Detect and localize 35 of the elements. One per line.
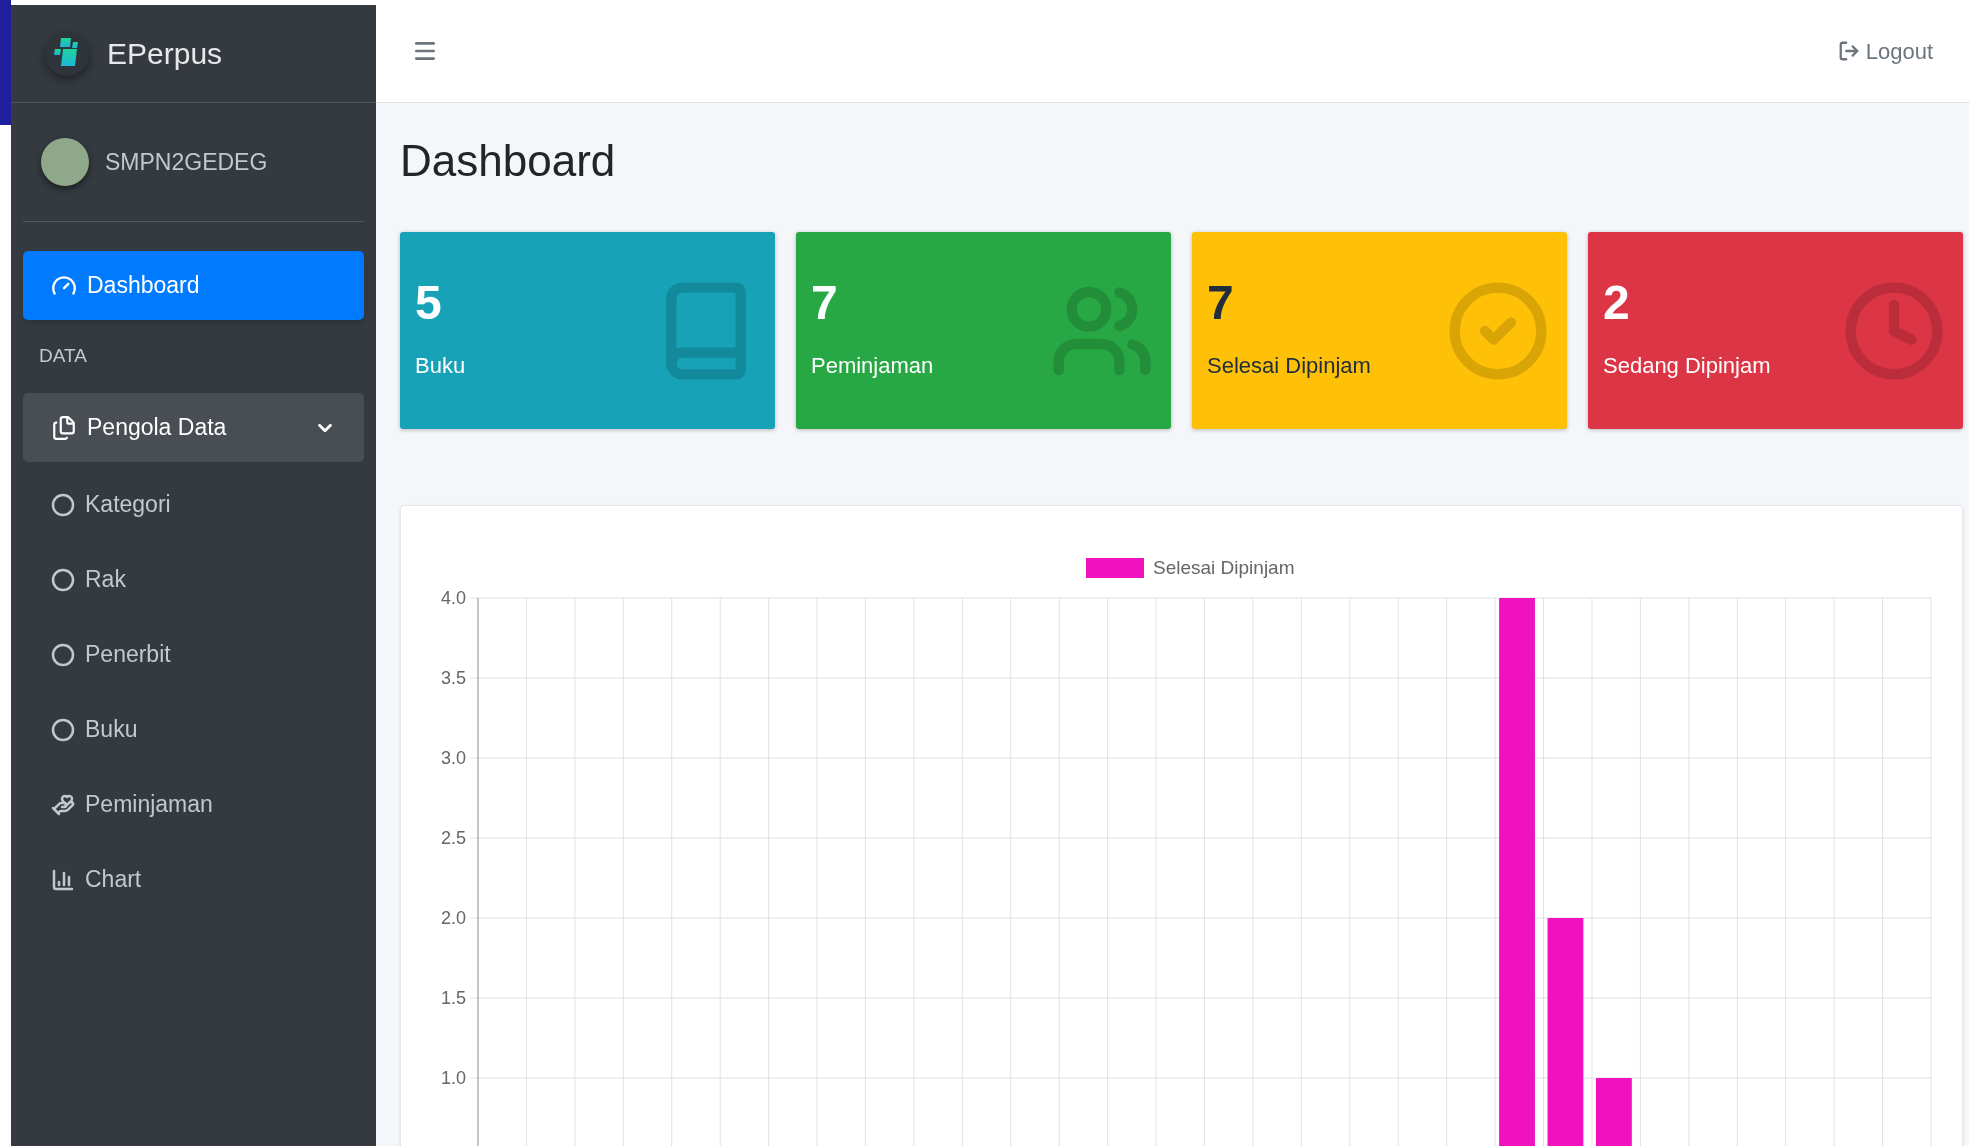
logo-icon: [45, 31, 89, 76]
logout-icon: [1837, 40, 1860, 62]
stat-value: 5: [415, 279, 443, 327]
stat-label: Peminjaman: [811, 352, 934, 380]
logout-button[interactable]: Logout: [1837, 34, 1933, 68]
axis-tick-label: 1.0: [440, 1068, 466, 1088]
axis-tick-label: 2.0: [440, 908, 466, 928]
sidebar-item[interactable]: Penerbit: [23, 617, 364, 692]
stat-label: Sedang Dipinjam: [1603, 352, 1771, 380]
sidebar-item[interactable]: Peminjaman: [23, 767, 364, 842]
avatar: [41, 138, 89, 186]
sidebar-item[interactable]: Rak: [23, 542, 364, 617]
files-icon: [51, 414, 77, 441]
sidebar-item[interactable]: Chart: [23, 842, 364, 917]
legend-swatch: [1086, 558, 1144, 578]
sidebar-item[interactable]: Kategori: [23, 467, 364, 542]
user-name[interactable]: SMPN2GEDEG: [105, 144, 268, 180]
sidebar-item[interactable]: Buku: [23, 692, 364, 767]
bar: [1595, 1078, 1632, 1146]
section-header: DATA: [39, 344, 87, 369]
stat-label: Selesai Dipinjam: [1207, 352, 1371, 380]
sidebar-item[interactable]: Dashboard: [23, 251, 364, 320]
axis-tick-label: 1.5: [440, 988, 466, 1008]
axis-tick-label: 4.0: [440, 588, 466, 608]
stat-label: Buku: [415, 352, 466, 380]
stat-value: 7: [811, 279, 839, 327]
axis-tick-label: 2.5: [440, 828, 466, 848]
page-title: Dashboard: [400, 135, 617, 187]
legend-label: Selesai Dipinjam: [1153, 557, 1295, 578]
stat-value: 2: [1603, 279, 1631, 327]
axis-tick-label: 3.0: [440, 748, 466, 768]
axis-tick-label: 3.5: [440, 668, 466, 688]
brand-name[interactable]: EPerpus: [107, 31, 223, 76]
stat-value: 7: [1207, 279, 1235, 327]
sidebar-group[interactable]: Pengola Data: [23, 393, 364, 462]
